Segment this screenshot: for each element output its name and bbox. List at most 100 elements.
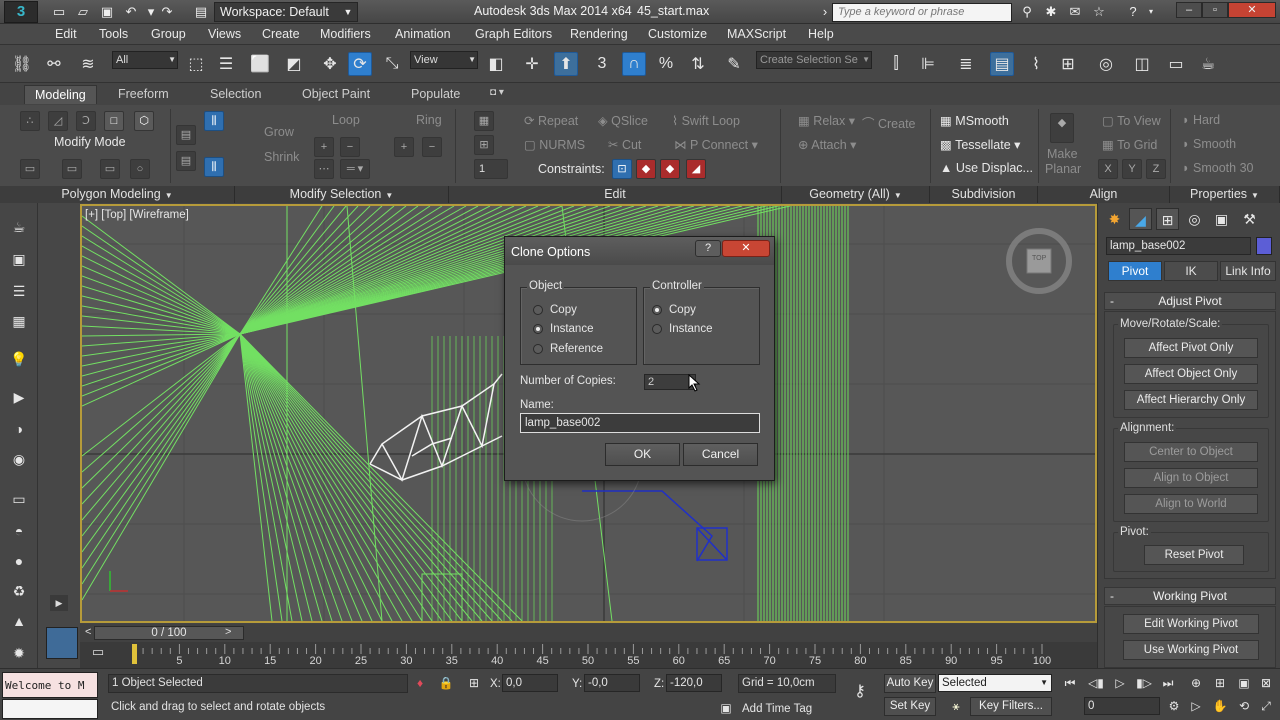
light-icon[interactable]: 💡 bbox=[8, 349, 30, 369]
object-color-swatch[interactable] bbox=[1256, 237, 1272, 255]
go-to-start-icon[interactable]: ⏮ bbox=[1060, 674, 1080, 692]
rectangular-selection-icon[interactable]: ⬜ bbox=[248, 52, 272, 76]
align-y-button[interactable]: Y bbox=[1122, 159, 1142, 179]
isolate-selection-icon[interactable]: ♦ bbox=[410, 674, 430, 692]
list-icon[interactable]: ☰ bbox=[8, 281, 30, 301]
dialog-help-button[interactable]: ? bbox=[695, 240, 721, 257]
attach-label[interactable]: ⊕ Attach ▾ bbox=[798, 137, 856, 152]
modify-mode-label[interactable]: Modify Mode bbox=[54, 135, 126, 149]
constraint-face-icon[interactable]: ◆ bbox=[660, 159, 680, 179]
render-icon[interactable]: ◉ bbox=[8, 449, 30, 469]
menu-rendering[interactable]: Rendering bbox=[570, 27, 628, 41]
name-input[interactable]: lamp_base002 bbox=[520, 413, 760, 433]
tab-pivot[interactable]: Pivot bbox=[1108, 261, 1162, 281]
window-crossing-icon[interactable]: ◩ bbox=[282, 52, 306, 76]
adjust-pivot-rollout-header[interactable]: - Adjust Pivot bbox=[1104, 292, 1276, 310]
qslice-label[interactable]: ◈ QSlice bbox=[598, 113, 648, 128]
cut-label[interactable]: ✂ Cut bbox=[608, 137, 641, 152]
ribbon-section-align[interactable]: Align bbox=[1038, 186, 1170, 203]
menu-create[interactable]: Create bbox=[262, 27, 300, 41]
grow-label[interactable]: Grow bbox=[264, 125, 294, 139]
redo-icon[interactable]: ↷ bbox=[158, 3, 176, 21]
absolute-mode-icon[interactable]: ⊞ bbox=[464, 674, 484, 692]
tab-link-info[interactable]: Link Info bbox=[1220, 261, 1276, 281]
edge-icon[interactable]: ◿ bbox=[48, 111, 68, 131]
utilities-tab-icon[interactable]: ⚒ bbox=[1238, 208, 1261, 230]
motion-tab-icon[interactable]: ◎ bbox=[1183, 208, 1206, 230]
key-filters-button[interactable]: Key Filters... bbox=[970, 697, 1052, 716]
tab-freeform[interactable]: Freeform bbox=[118, 87, 169, 101]
set-key-button[interactable]: Set Key bbox=[884, 697, 936, 716]
dialog-close-button[interactable]: ✕ bbox=[722, 240, 770, 257]
polygon-icon[interactable]: □ bbox=[104, 111, 124, 131]
preserve-uvs-icon[interactable]: ▦ bbox=[474, 111, 494, 131]
auto-key-button[interactable]: Auto Key bbox=[884, 674, 936, 693]
tab-populate[interactable]: Populate bbox=[411, 87, 460, 101]
zoom-icon[interactable]: ⊕ bbox=[1186, 674, 1206, 692]
relax-label[interactable]: ▦ Relax ▾ bbox=[798, 113, 855, 128]
swift-loop-label[interactable]: ⌇ Swift Loop bbox=[672, 113, 740, 128]
align-icon[interactable]: ⊫ bbox=[916, 52, 940, 76]
tweak-icon[interactable]: ⊞ bbox=[474, 135, 494, 155]
snaps-toggle-icon[interactable]: 3 bbox=[590, 52, 614, 76]
align-x-button[interactable]: X bbox=[1098, 159, 1118, 179]
keyboard-shortcut-override-icon[interactable]: ⬆ bbox=[554, 52, 578, 76]
loop-label[interactable]: Loop bbox=[332, 113, 360, 127]
tab-modeling[interactable]: Modeling bbox=[24, 85, 97, 104]
make-planar-icon[interactable]: ◆ bbox=[1050, 113, 1074, 143]
spinner-snap-icon[interactable]: ⇅ bbox=[686, 52, 710, 76]
time-prev-icon[interactable]: < bbox=[85, 626, 91, 638]
key-set-dropdown[interactable]: Selected ▼ bbox=[938, 674, 1052, 692]
toggle-ribbon-icon[interactable]: ▤ bbox=[990, 52, 1014, 76]
align-z-button[interactable]: Z bbox=[1146, 159, 1166, 179]
pan-icon[interactable]: ✋ bbox=[1210, 697, 1230, 715]
select-scale-icon[interactable]: ⤡ bbox=[380, 52, 404, 76]
align-to-world-button[interactable]: Align to World bbox=[1124, 494, 1258, 514]
mini-viewport-icon[interactable] bbox=[46, 627, 78, 659]
time-slider[interactable]: < 0 / 100 > bbox=[80, 624, 1097, 642]
make-planar-label-1[interactable]: Make bbox=[1047, 147, 1078, 161]
recycle-icon[interactable]: ♻ bbox=[8, 581, 30, 601]
reset-pivot-button[interactable]: Reset Pivot bbox=[1144, 545, 1244, 565]
ribbon-section-modify-selection[interactable]: Modify Selection ▼ bbox=[235, 186, 449, 203]
menu-animation[interactable]: Animation bbox=[395, 27, 451, 41]
loop-icon-4[interactable]: ═ ▾ bbox=[340, 159, 370, 179]
nurms-label[interactable]: ▢ NURMS bbox=[524, 137, 585, 152]
play-icon[interactable]: ▶ bbox=[50, 595, 68, 611]
sel-icon-4[interactable]: ⫼ bbox=[204, 157, 224, 177]
save-icon[interactable]: ▣ bbox=[98, 3, 116, 21]
time-slider-thumb[interactable]: 0 / 100 bbox=[94, 626, 244, 640]
loop-minus-icon[interactable]: − bbox=[340, 137, 360, 157]
menu-graph-editors[interactable]: Graph Editors bbox=[475, 27, 552, 41]
center-to-object-button[interactable]: Center to Object bbox=[1124, 442, 1258, 462]
constraint-spinner[interactable]: 1 bbox=[474, 159, 508, 179]
ribbon-section-subdivision[interactable]: Subdivision bbox=[930, 186, 1038, 203]
curve-editor-icon[interactable]: ⌇ bbox=[1024, 52, 1048, 76]
border-icon[interactable]: Ↄ bbox=[76, 111, 96, 131]
display-tab-icon[interactable]: ▣ bbox=[1210, 208, 1233, 230]
app-menu-button[interactable]: 3 bbox=[4, 1, 38, 23]
previous-frame-icon[interactable]: ◁▮ bbox=[1086, 674, 1106, 692]
create-label[interactable]: ⌒ Create bbox=[862, 113, 916, 132]
help-dropdown-icon[interactable]: ▾ bbox=[1142, 3, 1160, 21]
object-instance-radio[interactable]: Instance bbox=[533, 321, 593, 337]
controller-instance-radio[interactable]: Instance bbox=[652, 321, 712, 337]
ribbon-section-properties[interactable]: Properties ▼ bbox=[1170, 186, 1280, 203]
p-connect-label[interactable]: ⋈ P Connect ▾ bbox=[674, 137, 758, 152]
hard-label[interactable]: ◗ Hard bbox=[1182, 113, 1220, 127]
menu-customize[interactable]: Customize bbox=[648, 27, 707, 41]
binoculars-icon[interactable]: ⚲ bbox=[1018, 3, 1036, 21]
search-input[interactable]: Type a keyword or phrase bbox=[832, 3, 1012, 22]
constraint-edge-icon[interactable]: ◆ bbox=[636, 159, 656, 179]
key-mode-icon[interactable]: ⚹ bbox=[946, 697, 966, 715]
open-icon[interactable]: ▱ bbox=[74, 3, 92, 21]
smooth-label[interactable]: ◗ Smooth bbox=[1182, 137, 1236, 151]
close-button[interactable]: ✕ bbox=[1228, 2, 1276, 18]
constraint-none-icon[interactable]: ⊡ bbox=[612, 159, 632, 179]
menu-views[interactable]: Views bbox=[208, 27, 241, 41]
menu-modifiers[interactable]: Modifiers bbox=[320, 27, 371, 41]
object-name-field[interactable]: lamp_base002 bbox=[1106, 237, 1251, 255]
help-icon[interactable]: ? bbox=[1124, 3, 1142, 21]
use-working-pivot-button[interactable]: Use Working Pivot bbox=[1123, 640, 1259, 660]
layer-manager-icon[interactable]: ≣ bbox=[954, 52, 978, 76]
